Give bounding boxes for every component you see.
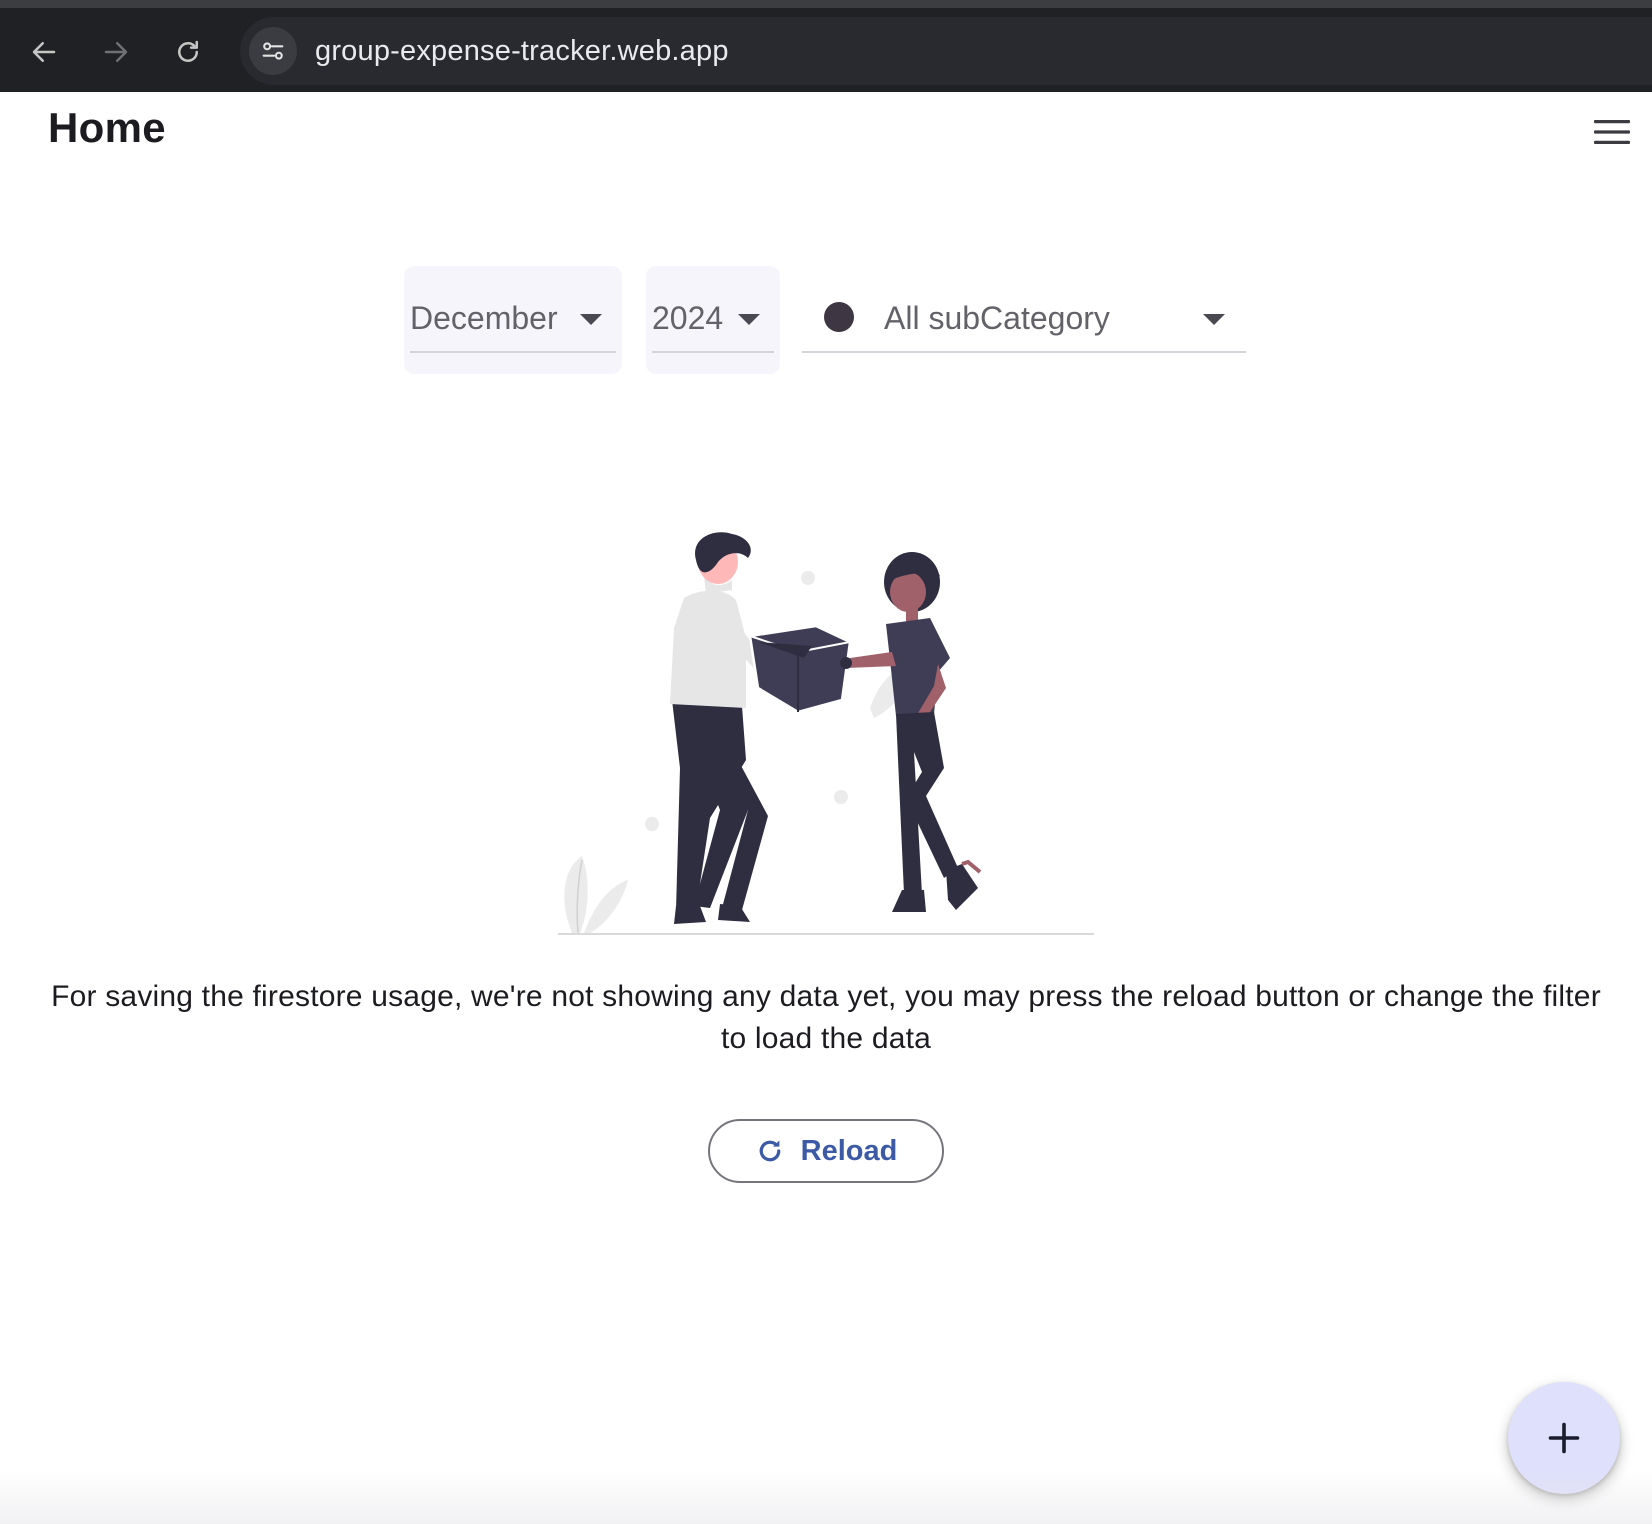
browser-toolbar: group-expense-tracker.web.app [0, 0, 1652, 92]
year-value: 2024 [652, 300, 724, 336]
address-bar[interactable]: group-expense-tracker.web.app [240, 17, 1652, 85]
year-dropdown[interactable]: 2024 [646, 266, 780, 374]
bottom-shadow [0, 1470, 1652, 1524]
month-dropdown[interactable]: December [404, 266, 622, 374]
subcategory-dropdown[interactable]: All subCategory [798, 266, 1250, 374]
back-button[interactable] [20, 28, 68, 76]
url-text[interactable]: group-expense-tracker.web.app [315, 35, 729, 68]
forward-button[interactable] [92, 28, 140, 76]
plus-icon [1548, 1422, 1580, 1454]
empty-state-message: For saving the firestore usage, we're no… [51, 980, 1601, 1055]
chevron-down-icon [580, 314, 602, 325]
chevron-down-icon [738, 314, 760, 325]
arrow-right-icon [104, 42, 128, 62]
tune-icon [262, 42, 284, 60]
refresh-icon [759, 1140, 781, 1162]
site-info-button[interactable] [249, 27, 297, 75]
add-expense-button[interactable] [1508, 1382, 1620, 1494]
dropdown-underline [410, 351, 616, 353]
menu-button[interactable] [1586, 110, 1638, 154]
reload-button[interactable]: Reload [708, 1119, 944, 1183]
hamburger-menu-icon [1594, 120, 1630, 144]
people-handing-box-illustration [558, 532, 1094, 935]
subcategory-value: All subCategory [884, 300, 1110, 336]
arrow-left-icon [32, 42, 56, 62]
refresh-icon [178, 40, 198, 62]
browser-reload-button[interactable] [164, 28, 212, 76]
month-value: December [410, 300, 558, 336]
page-title: Home [48, 104, 166, 151]
reload-button-label: Reload [800, 1134, 898, 1167]
dropdown-underline [802, 351, 1246, 353]
chevron-down-icon [1203, 314, 1225, 325]
subcategory-color-dot [824, 302, 854, 332]
dropdown-underline [652, 351, 774, 353]
